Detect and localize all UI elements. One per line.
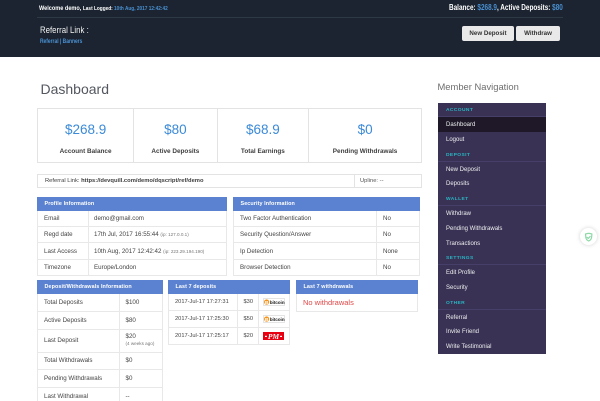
svg-text:bitcoin: bitcoin — [270, 300, 285, 305]
svg-text:B: B — [265, 300, 269, 306]
svg-text:bitcoin: bitcoin — [270, 317, 285, 322]
svg-text:B: B — [265, 317, 269, 323]
svg-text:PM: PM — [268, 332, 280, 341]
